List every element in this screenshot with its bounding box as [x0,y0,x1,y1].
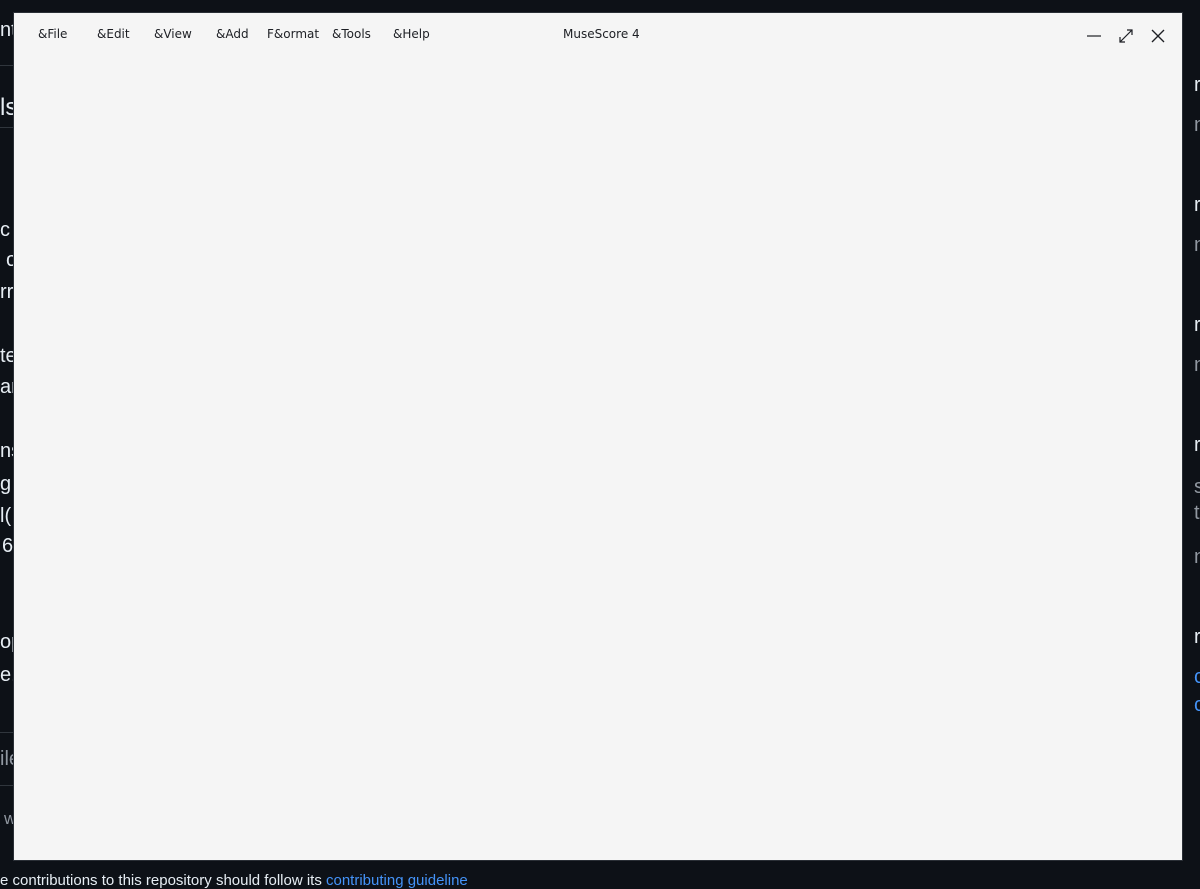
bg-text-fragment: l( [0,505,12,527]
menu-tools[interactable]: &Tools [332,27,371,41]
bg-divider [0,127,14,128]
bg-text-fragment: t [1194,502,1200,524]
menu-view[interactable]: &View [154,27,192,41]
bg-text-fragment: rr [0,281,14,303]
close-button[interactable] [1145,23,1171,49]
bg-divider [0,732,14,733]
close-icon [1151,29,1165,43]
bg-text-fragment: 6 [2,535,14,557]
menu-add[interactable]: &Add [216,27,249,41]
minimize-button[interactable] [1081,23,1107,49]
musescore-window: &File &Edit &View &Add F&ormat &Tools &H… [14,13,1182,860]
bg-text-fragment: n [1194,114,1200,136]
bg-divider [0,785,14,786]
menu-format[interactable]: F&ormat [267,27,319,41]
bg-text-fragment: n [1194,354,1200,376]
bg-text-fragment: g [0,473,12,495]
bg-text-fragment: r [1194,74,1200,96]
bg-text-fragment: c [1194,666,1200,688]
minimize-icon [1087,35,1101,37]
menu-edit[interactable]: &Edit [97,27,130,41]
menu-help[interactable]: &Help [393,27,430,41]
bg-text-fragment: r [1194,434,1200,456]
maximize-button[interactable] [1113,23,1139,49]
bg-text-fragment: n [1194,234,1200,256]
menu-file[interactable]: &File [38,27,67,41]
window-title: MuseScore 4 [563,27,640,41]
bg-text-fragment: r [1194,194,1200,216]
bg-text-fragment: s [1194,476,1200,498]
bg-text-fragment: c [1194,694,1200,716]
bg-text-fragment: r [1194,314,1200,336]
window-content-area [14,59,1182,860]
bg-text-fragment: r [1194,626,1200,648]
bg-text-fragment: c [0,219,10,241]
bg-text-fragment: n [1194,546,1200,568]
bg-divider [0,65,14,66]
title-bar[interactable]: &File &Edit &View &Add F&ormat &Tools &H… [14,13,1182,59]
maximize-icon [1119,29,1133,43]
